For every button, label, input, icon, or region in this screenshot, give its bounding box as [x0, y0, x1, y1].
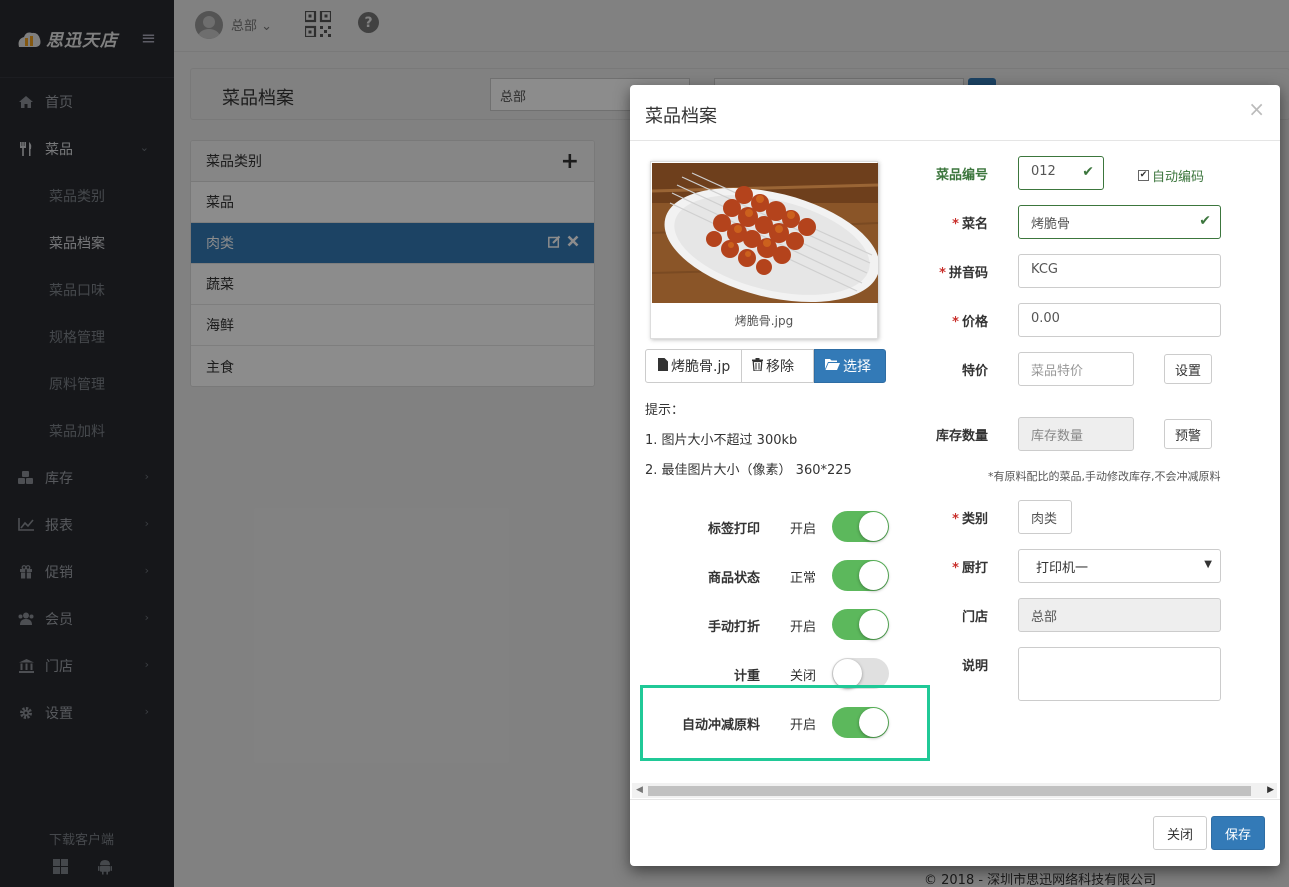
file-icon — [658, 357, 668, 375]
modal-header: 菜品档案 × — [630, 85, 1280, 141]
printer-label: * 厨打 — [952, 561, 988, 576]
name-label-text: 菜名 — [961, 217, 988, 232]
auto-code-checkbox[interactable]: ✔ 自动编码 — [1138, 166, 1204, 185]
stock-label: 库存数量 — [935, 429, 988, 444]
choose-label: 选择 — [843, 359, 871, 375]
horizontal-scrollbar[interactable]: ◀ ▶ — [632, 783, 1277, 798]
dish-name-input[interactable]: 烤脆骨 ✔ — [1018, 205, 1221, 239]
switch-state: 开启 — [790, 522, 817, 537]
file-name-button[interactable]: 烤脆骨.jp — [645, 349, 742, 383]
dish-name-value: 烤脆骨 — [1031, 217, 1071, 232]
switch-row-label-print: 标签打印 开启 — [630, 509, 930, 543]
trash-icon — [752, 357, 763, 375]
manual-discount-toggle[interactable] — [832, 609, 889, 640]
code-input[interactable]: 012 ✔ — [1018, 156, 1104, 190]
pinyin-input[interactable]: KCG — [1018, 254, 1221, 288]
auto-code-label: 自动编码 — [1152, 170, 1205, 185]
label-print-toggle[interactable] — [832, 511, 889, 542]
caret-down-icon: ▼ — [1204, 559, 1212, 570]
switch-state: 关闭 — [790, 669, 817, 684]
scrollbar-thumb[interactable] — [648, 786, 1251, 796]
code-value: 012 — [1031, 164, 1056, 179]
description-textarea[interactable] — [1018, 647, 1221, 701]
choose-image-button[interactable]: 选择 — [814, 349, 886, 383]
modal-body: 烤脆骨.jpg 烤脆骨.jp 移除 选择 提示： 1. 图片大小不超过 300k… — [630, 141, 1280, 798]
store-input[interactable]: 总部 — [1018, 598, 1221, 632]
scroll-right-icon[interactable]: ▶ — [1267, 785, 1274, 795]
close-icon[interactable]: × — [1248, 97, 1265, 121]
printer-label-text: 厨打 — [961, 561, 988, 576]
stock-input[interactable]: 库存数量 — [1018, 417, 1134, 451]
tips-title: 提示： — [645, 403, 685, 418]
switch-label: 标签打印 — [707, 522, 760, 537]
save-button[interactable]: 保存 — [1211, 816, 1265, 850]
switch-state: 开启 — [790, 620, 817, 635]
image-caption: 烤脆骨.jpg — [734, 314, 794, 328]
tip-size: 1. 图片大小不超过 300kb — [645, 433, 798, 448]
printer-select[interactable]: 打印机一 ▼ — [1018, 549, 1221, 583]
highlight-box — [640, 685, 930, 761]
category-select-button[interactable]: 肉类 — [1018, 500, 1072, 534]
description-label: 说明 — [961, 659, 988, 674]
switch-label: 计重 — [733, 669, 760, 684]
dish-archive-modal: 菜品档案 × 烤脆骨.jpg 烤脆骨.jp 移除 选择 提示： 1. 图片大小不… — [630, 85, 1280, 866]
folder-open-icon — [825, 358, 840, 374]
modal-footer: 关闭 保存 — [630, 799, 1280, 866]
checkbox-icon: ✔ — [1138, 170, 1149, 181]
price-label: * 价格 — [952, 315, 988, 330]
dish-photo — [652, 163, 878, 303]
switch-row-product-status: 商品状态 正常 — [630, 558, 930, 592]
code-label: 菜品编号 — [935, 168, 988, 183]
file-name: 烤脆骨.jp — [671, 359, 731, 375]
product-status-toggle[interactable] — [832, 560, 889, 591]
switch-label: 手动打折 — [707, 620, 760, 635]
switch-row-manual-discount: 手动打折 开启 — [630, 607, 930, 641]
special-price-label: 特价 — [961, 364, 988, 379]
close-button[interactable]: 关闭 — [1153, 816, 1207, 850]
check-icon: ✔ — [1199, 213, 1211, 229]
dish-image: 烤脆骨.jpg — [650, 161, 878, 339]
scroll-left-icon[interactable]: ◀ — [636, 785, 643, 795]
tip-dimensions: 2. 最佳图片大小（像素） 360*225 — [645, 463, 852, 478]
modal-title: 菜品档案 — [645, 106, 717, 127]
store-label: 门店 — [961, 610, 988, 625]
file-upload-group: 烤脆骨.jp 移除 选择 — [645, 349, 886, 383]
remove-image-button[interactable]: 移除 — [742, 349, 814, 383]
switch-label: 商品状态 — [707, 571, 760, 586]
price-input[interactable]: 0.00 — [1018, 303, 1221, 337]
stock-note: *有原料配比的菜品,手动修改库存,不会冲减原料 — [988, 470, 1221, 483]
printer-value: 打印机一 — [1036, 561, 1089, 576]
price-label-text: 价格 — [961, 315, 988, 330]
remove-label: 移除 — [766, 359, 794, 375]
check-icon: ✔ — [1082, 164, 1094, 180]
name-label: * 菜名 — [952, 217, 988, 232]
special-price-set-button[interactable]: 设置 — [1164, 354, 1213, 384]
switch-state: 正常 — [790, 571, 817, 586]
pinyin-label: * 拼音码 — [939, 266, 988, 281]
special-price-input[interactable]: 菜品特价 — [1018, 352, 1134, 386]
category-label-text: 类别 — [961, 512, 988, 527]
pinyin-label-text: 拼音码 — [948, 266, 988, 281]
stock-alert-button[interactable]: 预警 — [1164, 419, 1213, 449]
category-label: * 类别 — [952, 512, 988, 527]
